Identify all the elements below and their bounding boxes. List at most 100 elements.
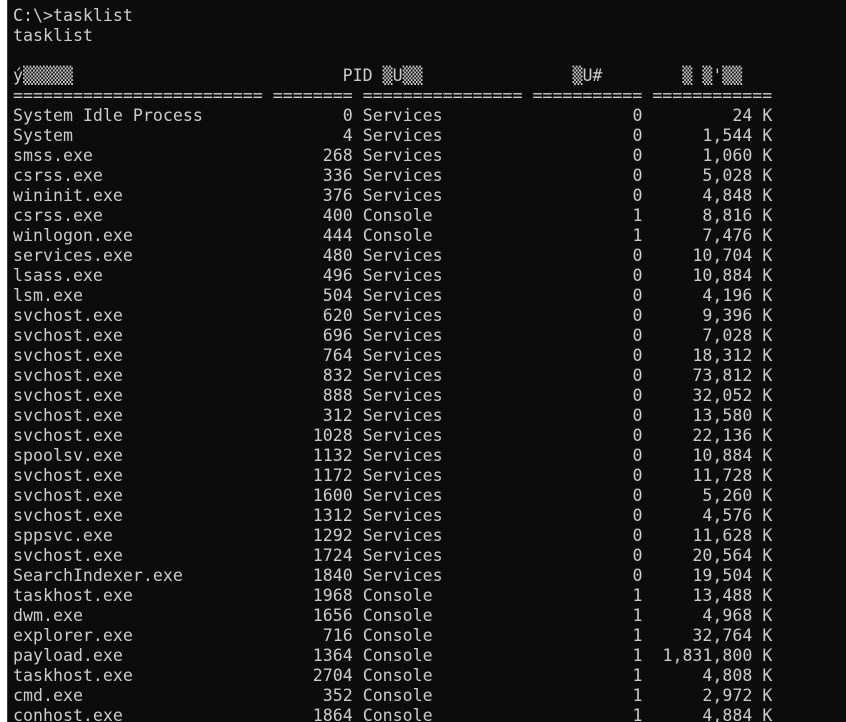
process-session-name: Services — [362, 346, 523, 365]
process-name: winlogon.exe — [13, 226, 263, 245]
process-memory-usage: 4,968 K — [652, 606, 773, 625]
process-memory-usage: 8,816 K — [652, 206, 773, 225]
process-memory-usage: 11,628 K — [652, 526, 773, 545]
process-session-name: Services — [362, 546, 523, 565]
process-name: csrss.exe — [13, 206, 263, 225]
process-session-number: 0 — [532, 106, 643, 125]
process-row: System Idle Process 0 Services 0 24 K — [13, 106, 772, 126]
process-name: svchost.exe — [13, 366, 263, 385]
process-session-name: Services — [362, 326, 523, 345]
process-memory-usage: 10,884 K — [652, 266, 773, 285]
process-name: svchost.exe — [13, 386, 263, 405]
process-session-name: Services — [362, 566, 523, 585]
process-row: svchost.exe 1724 Services 0 20,564 K — [13, 546, 772, 566]
process-pid: 312 — [272, 406, 353, 425]
process-session-name: Services — [362, 186, 523, 205]
process-row: payload.exe 1364 Console 1 1,831,800 K — [13, 646, 772, 666]
process-pid: 1292 — [272, 526, 353, 545]
process-pid: 1172 — [272, 466, 353, 485]
process-memory-usage: 4,576 K — [652, 506, 773, 525]
process-pid: 1364 — [272, 646, 353, 665]
process-session-number: 0 — [532, 286, 643, 305]
process-name: csrss.exe — [13, 166, 263, 185]
process-memory-usage: 5,028 K — [652, 166, 773, 185]
process-session-name: Services — [362, 166, 523, 185]
process-session-name: Console — [362, 206, 523, 225]
process-pid: 1840 — [272, 566, 353, 585]
process-session-number: 1 — [532, 646, 643, 665]
process-pid: 1864 — [272, 706, 353, 722]
process-memory-usage: 4,808 K — [652, 666, 773, 685]
process-session-name: Services — [362, 106, 523, 125]
process-name: lsm.exe — [13, 286, 263, 305]
process-name: System — [13, 126, 263, 145]
process-pid: 504 — [272, 286, 353, 305]
process-session-name: Services — [362, 266, 523, 285]
process-session-name: Services — [362, 506, 523, 525]
process-pid: 1724 — [272, 546, 353, 565]
process-session-name: Console — [362, 626, 523, 645]
process-memory-usage: 73,812 K — [652, 366, 773, 385]
process-pid: 1312 — [272, 506, 353, 525]
process-pid: 4 — [272, 126, 353, 145]
process-row: taskhost.exe 1968 Console 1 13,488 K — [13, 586, 772, 606]
process-name: svchost.exe — [13, 506, 263, 525]
process-row: dwm.exe 1656 Console 1 4,968 K — [13, 606, 772, 626]
process-row: wininit.exe 376 Services 0 4,848 K — [13, 186, 772, 206]
process-pid: 268 — [272, 146, 353, 165]
process-row: lsass.exe 496 Services 0 10,884 K — [13, 266, 772, 286]
process-row: taskhost.exe 2704 Console 1 4,808 K — [13, 666, 772, 686]
process-pid: 444 — [272, 226, 353, 245]
process-pid: 400 — [272, 206, 353, 225]
process-row: svchost.exe 620 Services 0 9,396 K — [13, 306, 772, 326]
process-session-number: 1 — [532, 586, 643, 605]
process-session-number: 1 — [532, 606, 643, 625]
process-memory-usage: 1,060 K — [652, 146, 773, 165]
process-row: winlogon.exe 444 Console 1 7,476 K — [13, 226, 772, 246]
process-session-name: Services — [362, 386, 523, 405]
process-session-name: Services — [362, 526, 523, 545]
process-pid: 1656 — [272, 606, 353, 625]
process-pid: 620 — [272, 306, 353, 325]
process-pid: 376 — [272, 186, 353, 205]
process-row: services.exe 480 Services 0 10,704 K — [13, 246, 772, 266]
process-name: sppsvc.exe — [13, 526, 263, 545]
process-name: svchost.exe — [13, 546, 263, 565]
process-memory-usage: 24 K — [652, 106, 773, 125]
process-session-number: 0 — [532, 326, 643, 345]
process-name: payload.exe — [13, 646, 263, 665]
process-pid: 696 — [272, 326, 353, 345]
process-pid: 336 — [272, 166, 353, 185]
terminal-window[interactable]: C:\>tasklist tasklist ý▒▒▒▒▒ PID ▒U▒▒ ▒U# … — [7, 0, 846, 722]
process-name: conhost.exe — [13, 706, 263, 722]
process-session-number: 1 — [532, 626, 643, 645]
process-name: taskhost.exe — [13, 586, 263, 605]
process-session-number: 0 — [532, 386, 643, 405]
process-session-number: 0 — [532, 566, 643, 585]
process-name: taskhost.exe — [13, 666, 263, 685]
process-name: svchost.exe — [13, 466, 263, 485]
process-memory-usage: 13,488 K — [652, 586, 773, 605]
process-name: System Idle Process — [13, 106, 263, 125]
process-row: SearchIndexer.exe 1840 Services 0 19,504… — [13, 566, 772, 586]
process-row: svchost.exe 1028 Services 0 22,136 K — [13, 426, 772, 446]
table-header-line: ý▒▒▒▒▒ PID ▒U▒▒ ▒U# ▒ ▒'▒▒ — [13, 66, 743, 85]
process-row: svchost.exe 1600 Services 0 5,260 K — [13, 486, 772, 506]
process-row: svchost.exe 888 Services 0 32,052 K — [13, 386, 772, 406]
table-separator-line: ========================= ======== =====… — [13, 86, 773, 105]
process-pid: 1028 — [272, 426, 353, 445]
process-session-name: Services — [362, 146, 523, 165]
process-memory-usage: 20,564 K — [652, 546, 773, 565]
process-session-number: 0 — [532, 366, 643, 385]
command-echo-line: tasklist — [13, 26, 93, 45]
process-name: cmd.exe — [13, 686, 263, 705]
process-session-number: 0 — [532, 486, 643, 505]
process-memory-usage: 10,704 K — [652, 246, 773, 265]
process-session-name: Services — [362, 466, 523, 485]
process-session-number: 0 — [532, 266, 643, 285]
process-row: conhost.exe 1864 Console 1 4,884 K — [13, 706, 772, 722]
process-memory-usage: 19,504 K — [652, 566, 773, 585]
process-session-number: 1 — [532, 666, 643, 685]
process-session-number: 0 — [532, 146, 643, 165]
